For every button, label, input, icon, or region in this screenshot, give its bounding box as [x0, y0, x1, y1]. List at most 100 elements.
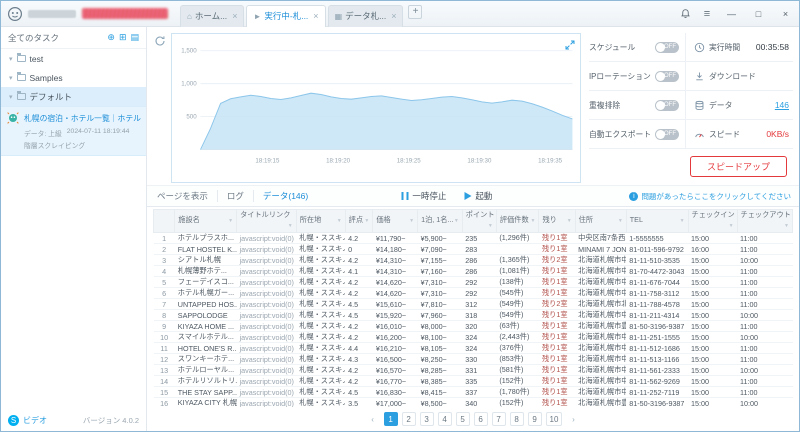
- start-button[interactable]: 起動: [464, 190, 492, 202]
- prev-page-button[interactable]: ‹: [365, 412, 380, 426]
- pause-button[interactable]: 一時停止: [401, 190, 446, 202]
- app-tab[interactable]: ⌂ ホーム... ×: [180, 4, 245, 27]
- toggle-スケジュール[interactable]: OFF: [655, 41, 679, 53]
- cell-link[interactable]: javascript:void(0): [236, 232, 297, 244]
- filter-icon[interactable]: ▼: [618, 215, 623, 227]
- cell-link[interactable]: javascript:void(0): [236, 342, 297, 354]
- notifications-bell-icon[interactable]: [674, 8, 696, 19]
- expand-chart-icon[interactable]: [565, 37, 575, 50]
- filter-icon[interactable]: ▼: [454, 215, 459, 227]
- cell-link[interactable]: javascript:void(0): [236, 353, 297, 365]
- task-card[interactable]: 札幌の宿泊・ホテル一覧｜ホテル予約な... データ: 上級 2024-07-11…: [1, 106, 146, 156]
- cell-num: 16: [153, 397, 175, 407]
- app-tab[interactable]: ► 実行中-札... ×: [246, 4, 326, 27]
- stat-value[interactable]: 146: [775, 100, 793, 110]
- column-header-name[interactable]: 施設名 ▼: [174, 209, 238, 233]
- tab-close-icon[interactable]: ×: [391, 11, 396, 21]
- app-tab[interactable]: ▦ データ札... ×: [327, 4, 404, 27]
- filter-icon[interactable]: ▼: [567, 215, 572, 227]
- list-view-icon[interactable]: ▤: [130, 32, 139, 43]
- cell-link[interactable]: javascript:void(0): [236, 298, 297, 310]
- filter-icon[interactable]: ▼: [409, 215, 414, 227]
- version-label: バージョン 4.0.2: [82, 416, 139, 425]
- column-header-location[interactable]: 所在地 ▼: [295, 209, 346, 233]
- add-task-icon[interactable]: ⊕: [107, 32, 115, 43]
- page-button-8[interactable]: 8: [509, 412, 524, 426]
- page-button-9[interactable]: 9: [527, 412, 542, 426]
- maximize-button[interactable]: □: [745, 1, 772, 26]
- page-button-6[interactable]: 6: [473, 412, 488, 426]
- next-page-button[interactable]: ›: [566, 412, 581, 426]
- filter-icon[interactable]: ▼: [288, 220, 293, 232]
- page-button-7[interactable]: 7: [491, 412, 506, 426]
- toggle-自動エクスポート[interactable]: OFF: [655, 128, 679, 140]
- skype-icon[interactable]: S: [8, 415, 19, 426]
- column-header-link[interactable]: タイトルリンク ▼: [236, 209, 297, 233]
- cell-link[interactable]: javascript:void(0): [236, 243, 297, 255]
- page-button-5[interactable]: 5: [455, 412, 470, 426]
- refresh-icon[interactable]: [154, 34, 166, 52]
- tab-close-icon[interactable]: ×: [313, 11, 318, 21]
- page-button-10[interactable]: 10: [545, 412, 563, 426]
- column-header-rating[interactable]: 評点 ▼: [344, 209, 374, 233]
- cell-tel: 81-50-3196-9387: [626, 397, 689, 407]
- video-link[interactable]: ビデオ: [23, 415, 47, 426]
- page-button-3[interactable]: 3: [419, 412, 434, 426]
- task-title[interactable]: 札幌の宿泊・ホテル一覧｜ホテル予約な...: [24, 113, 141, 124]
- cell-link[interactable]: javascript:void(0): [236, 265, 297, 277]
- toggle-重複排除[interactable]: OFF: [655, 99, 679, 111]
- cell-remaining: 残り2室: [538, 254, 576, 266]
- filter-icon[interactable]: ▼: [364, 215, 369, 227]
- toggle-group: 重複排除 OFF: [589, 91, 685, 119]
- view-tab-データ(146)[interactable]: データ(146): [254, 190, 317, 202]
- column-header-address[interactable]: 住所 ▼: [574, 209, 627, 233]
- cell-link[interactable]: javascript:void(0): [236, 364, 297, 376]
- menu-icon[interactable]: ≡: [696, 8, 718, 20]
- speed-up-button[interactable]: スピードアップ: [689, 155, 787, 177]
- filter-icon[interactable]: ▼: [337, 215, 342, 227]
- column-header-reviews[interactable]: 評価件数 ▼: [495, 209, 540, 233]
- sidebar-folder-Samples[interactable]: ▾ Samples: [1, 68, 146, 87]
- page-button-2[interactable]: 2: [401, 412, 416, 426]
- column-label: チェックアウト: [740, 210, 791, 220]
- speed-chart: 500 1,000 1,500 18:19:15 18:19:20 18:19:25 18:…: [181, 48, 573, 165]
- tab-close-icon[interactable]: ×: [232, 11, 237, 21]
- page-button-1[interactable]: 1: [383, 412, 398, 426]
- filter-icon[interactable]: ▼: [228, 215, 233, 227]
- minimize-button[interactable]: —: [718, 1, 745, 26]
- cell-link[interactable]: javascript:void(0): [236, 287, 297, 299]
- column-header-checkout[interactable]: チェックアウト ▼: [736, 209, 794, 233]
- page-button-4[interactable]: 4: [437, 412, 452, 426]
- filter-icon[interactable]: ▼: [784, 220, 789, 232]
- view-tab-ログ[interactable]: ログ: [218, 190, 254, 202]
- sidebar-folder-test[interactable]: ▾ test: [1, 49, 146, 68]
- cell-checkin: 15:00: [688, 397, 738, 407]
- filter-icon[interactable]: ▼: [488, 220, 493, 232]
- new-tab-button[interactable]: +: [408, 4, 423, 19]
- view-tab-ページを表示[interactable]: ページを表示: [155, 190, 218, 202]
- sidebar-folder-デフォルト[interactable]: ▾ デフォルト: [1, 87, 146, 106]
- cell-link[interactable]: javascript:void(0): [236, 309, 297, 321]
- cell-link[interactable]: javascript:void(0): [236, 375, 297, 387]
- cell-link[interactable]: javascript:void(0): [236, 276, 297, 288]
- column-header-remaining[interactable]: 残り ▼: [538, 209, 576, 233]
- toggle-IPローテーション[interactable]: OFF: [655, 70, 679, 82]
- cell-link[interactable]: javascript:void(0): [236, 386, 297, 398]
- column-header-price[interactable]: 価格 ▼: [372, 209, 419, 233]
- column-header-unit_price[interactable]: 1泊, 1名... ▼: [417, 209, 463, 233]
- column-label: 住所: [578, 215, 594, 224]
- filter-icon[interactable]: ▼: [729, 220, 734, 232]
- column-header-num[interactable]: [152, 209, 176, 233]
- help-link[interactable]: i 問題があったらここをクリックしてください: [629, 191, 791, 202]
- new-folder-icon[interactable]: ⊞: [119, 32, 127, 43]
- cell-link[interactable]: javascript:void(0): [236, 320, 297, 332]
- filter-icon[interactable]: ▼: [680, 215, 685, 227]
- filter-icon[interactable]: ▼: [531, 215, 536, 227]
- cell-link[interactable]: javascript:void(0): [236, 397, 297, 407]
- cell-link[interactable]: javascript:void(0): [236, 331, 297, 343]
- column-header-points[interactable]: ポイント ▼: [461, 209, 497, 233]
- cell-link[interactable]: javascript:void(0): [236, 254, 297, 266]
- column-header-checkin[interactable]: チェックイン ▼: [687, 209, 738, 233]
- close-button[interactable]: ×: [772, 1, 799, 26]
- column-header-tel[interactable]: TEL ▼: [625, 209, 689, 233]
